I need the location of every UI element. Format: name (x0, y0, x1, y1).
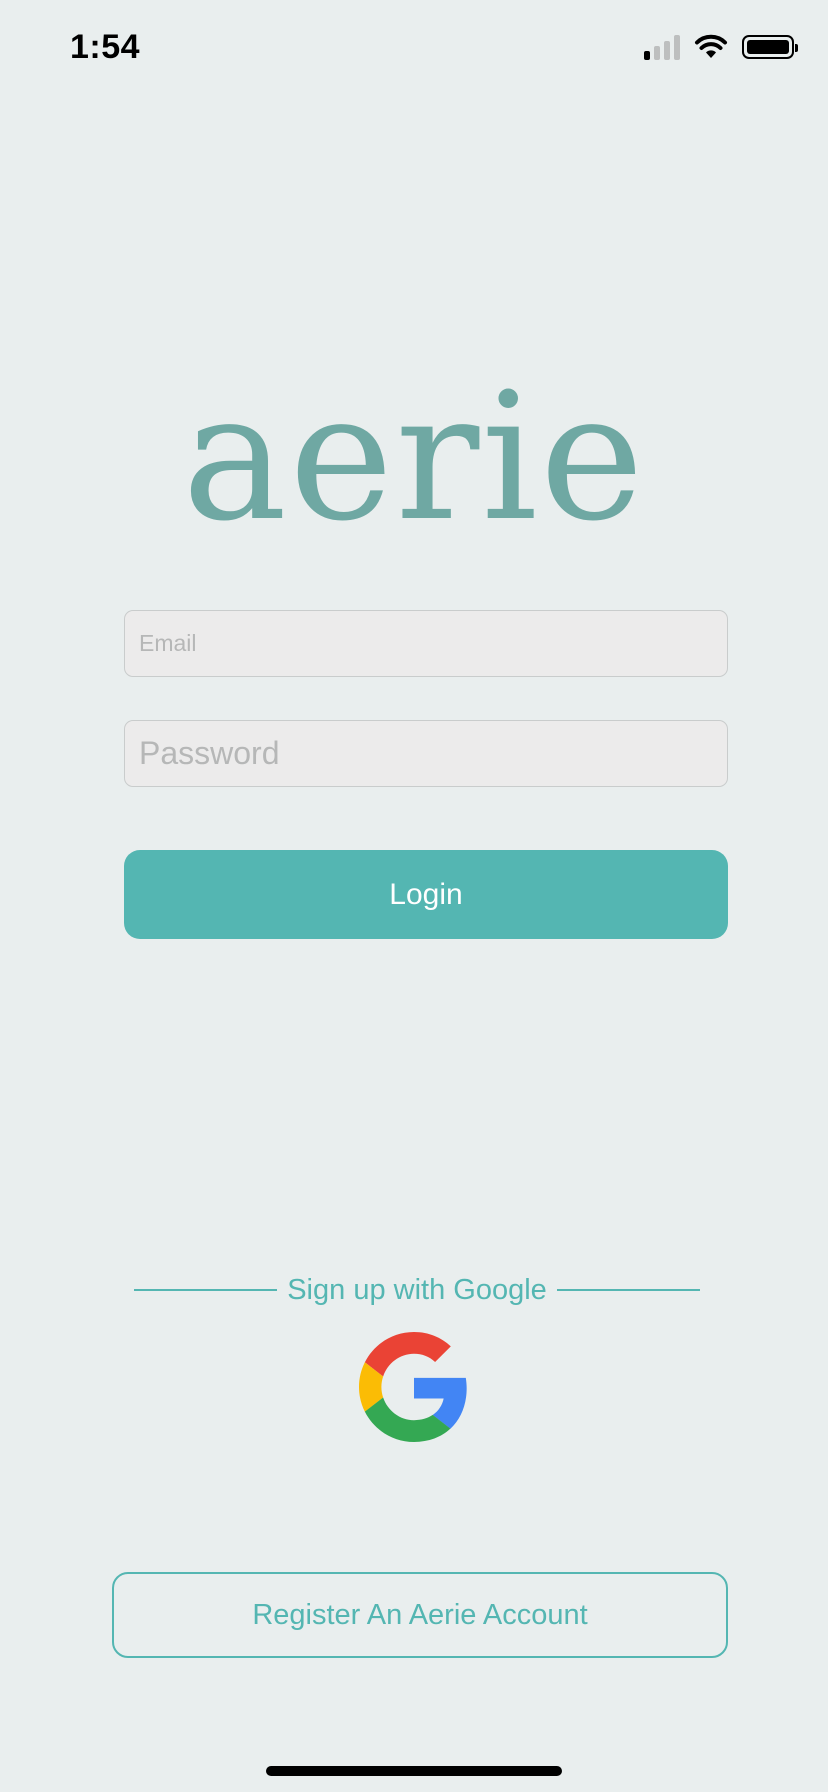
password-placeholder: Password (139, 735, 280, 771)
google-signup-label: Sign up with Google (287, 1273, 547, 1306)
status-icons (644, 34, 798, 60)
divider-line-right (556, 1289, 700, 1291)
login-button[interactable]: Login (124, 850, 728, 939)
battery-icon (742, 35, 798, 59)
login-button-label: Login (389, 877, 463, 911)
register-button-label: Register An Aerie Account (252, 1598, 588, 1631)
app-logo: aerie (182, 355, 646, 560)
home-indicator[interactable] (266, 1766, 562, 1776)
divider-line-left (134, 1289, 278, 1291)
google-g-icon[interactable] (359, 1332, 469, 1442)
cellular-signal-icon (644, 34, 680, 60)
status-time: 1:54 (70, 28, 141, 66)
email-field[interactable]: Email (124, 610, 728, 677)
google-signup-divider: Sign up with Google (134, 1268, 700, 1312)
wifi-icon (695, 34, 727, 58)
password-field[interactable]: Password (124, 720, 728, 787)
status-bar: 1:54 (0, 0, 828, 100)
email-placeholder: Email (139, 630, 197, 656)
register-account-button[interactable]: Register An Aerie Account (112, 1572, 728, 1658)
